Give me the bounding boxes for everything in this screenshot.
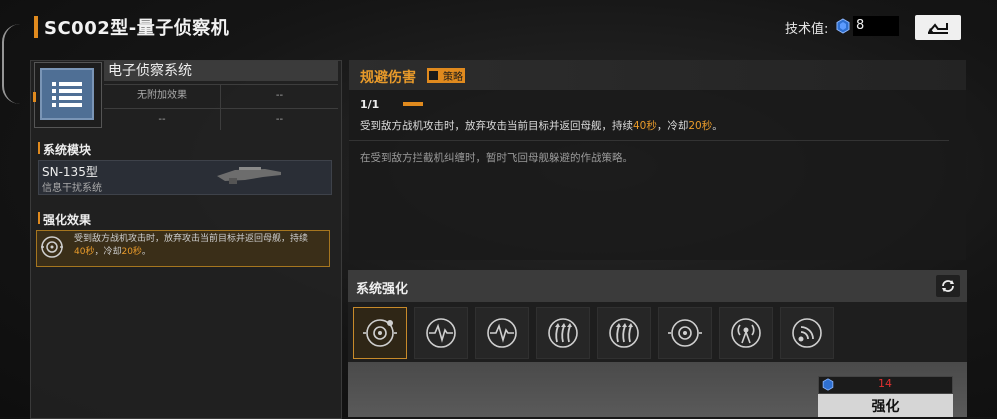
attribute-cell: -- bbox=[275, 114, 284, 125]
heartbeat-icon bbox=[487, 318, 517, 348]
radar-tower-icon bbox=[731, 318, 761, 348]
enhance-title: 系统强化 bbox=[356, 282, 409, 297]
module-name: SN-135型 bbox=[42, 165, 98, 179]
selected-marker bbox=[33, 92, 36, 102]
system-list-icon bbox=[40, 68, 94, 120]
section-marker bbox=[38, 212, 40, 224]
attribute-cell: -- bbox=[158, 114, 166, 125]
title-accent bbox=[34, 16, 38, 38]
module-weapon-icon bbox=[217, 167, 281, 184]
attribute-cell: 无附加效果 bbox=[137, 90, 187, 101]
module-subtitle: 信息干扰系统 bbox=[42, 183, 102, 194]
evade-target-icon bbox=[363, 319, 397, 347]
tech-crystal-icon bbox=[822, 378, 834, 391]
enhance-slot-8[interactable] bbox=[780, 307, 834, 359]
enhance-button[interactable]: 强化 bbox=[818, 394, 953, 417]
enhance-slot-2[interactable] bbox=[414, 307, 468, 359]
effect-description: 受到敌方战机攻击时，放弃攻击当前目标并返回母舰，持续 40秒，冷却20秒。 bbox=[74, 234, 309, 257]
skill-level: 1/1 bbox=[360, 98, 380, 111]
tech-value-label: 技术值: bbox=[785, 22, 829, 37]
page-title: SC002型-量子侦察机 bbox=[44, 18, 230, 39]
tech-crystal-icon bbox=[836, 18, 850, 34]
enhance-slot-6[interactable] bbox=[658, 307, 712, 359]
section-marker bbox=[38, 142, 40, 154]
refresh-button[interactable] bbox=[936, 275, 960, 297]
divider bbox=[349, 140, 949, 141]
signal-wave-icon bbox=[792, 318, 822, 348]
heat-arrows-icon bbox=[609, 318, 639, 348]
back-arc-decoration bbox=[2, 24, 20, 104]
effect-section-title: 强化效果 bbox=[43, 213, 92, 227]
heat-arrows-icon bbox=[548, 318, 578, 348]
skill-description: 受到敌方战机攻击时，放弃攻击当前目标并返回母舰，持续40秒，冷却20秒。 bbox=[360, 120, 723, 132]
enhance-slot-1[interactable] bbox=[353, 307, 407, 359]
enhance-slot-7[interactable] bbox=[719, 307, 773, 359]
module-section-title: 系统模块 bbox=[43, 143, 92, 157]
return-button[interactable] bbox=[915, 15, 961, 40]
skill-lore: 在受到敌方拦截机纠缠时，暂时飞回母舰躲避的作战策略。 bbox=[360, 152, 633, 164]
evade-target-icon bbox=[41, 236, 63, 258]
attribute-cell: -- bbox=[275, 90, 284, 101]
level-progress-bar bbox=[403, 102, 423, 106]
tech-value: 8 bbox=[853, 16, 899, 36]
enhance-header bbox=[348, 270, 967, 302]
heartbeat-icon bbox=[426, 318, 456, 348]
enhance-slot-3[interactable] bbox=[475, 307, 529, 359]
refresh-icon bbox=[942, 280, 954, 292]
strategy-icon bbox=[429, 71, 438, 80]
enhance-slot-5[interactable] bbox=[597, 307, 651, 359]
skill-title: 规避伤害 bbox=[360, 70, 416, 86]
enhance-slot-4[interactable] bbox=[536, 307, 590, 359]
return-icon bbox=[928, 22, 948, 34]
system-name: 电子侦察系统 bbox=[104, 61, 338, 81]
evade-target-icon bbox=[668, 319, 702, 347]
cost-value: 14 bbox=[878, 377, 892, 390]
